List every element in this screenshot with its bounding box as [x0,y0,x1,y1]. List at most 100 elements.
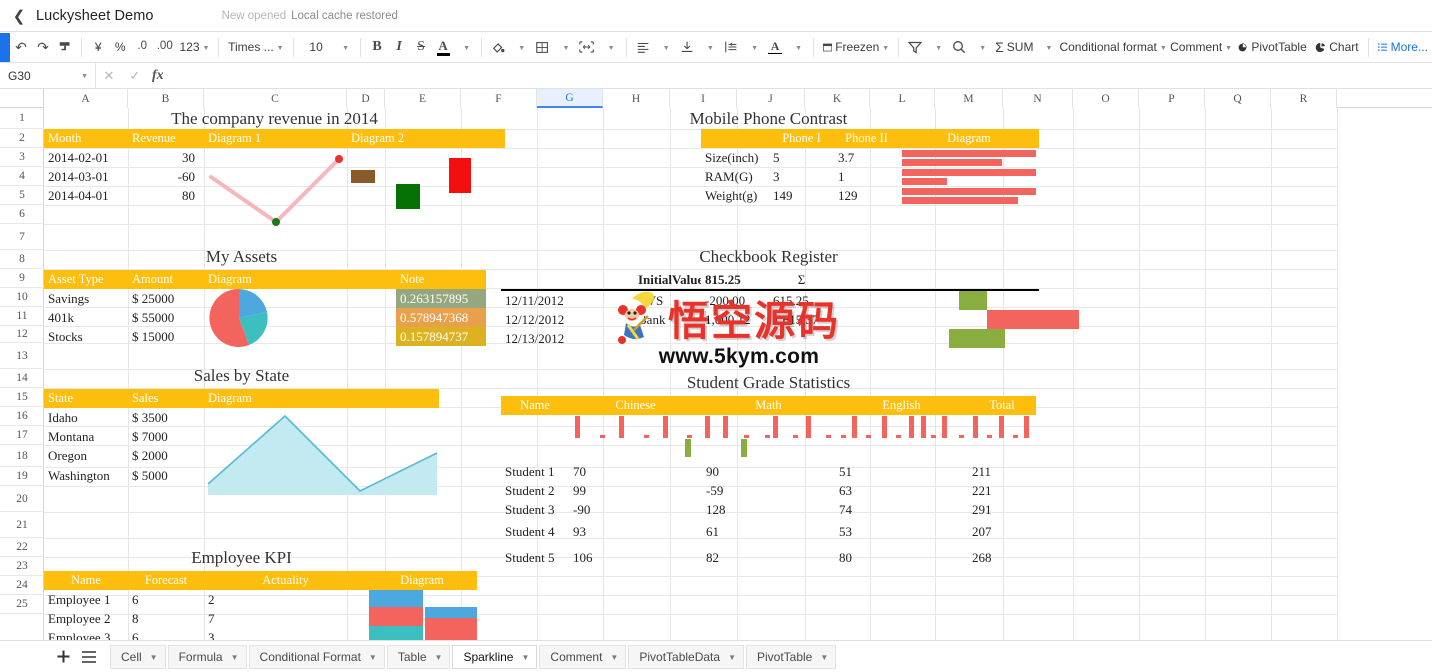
table-cell[interactable]: $ 7000 [128,427,204,446]
number-format-dropdown[interactable]: 123 ▼ [176,35,212,59]
row-header-25[interactable]: 25 [0,595,44,614]
table-cell[interactable]: 2014-03-01 [44,167,128,186]
vertical-align-button[interactable] [676,35,698,59]
font-size-caret[interactable]: ▼ [333,35,355,59]
sheet-tab-cell[interactable]: Cell ▼ [110,644,166,669]
table-cell[interactable]: Student 3 [501,500,569,519]
undo-button[interactable]: ↶ [10,35,32,59]
row-header-18[interactable]: 18 [0,445,44,467]
row-header-24[interactable]: 24 [0,576,44,595]
row-header-5[interactable]: 5 [0,186,44,205]
row-header-8[interactable]: 8 [0,250,44,269]
column-header-B[interactable]: B [128,89,204,108]
sheet-menu-button[interactable] [76,644,102,670]
table-cell[interactable]: $ 2000 [128,446,204,465]
row-header-14[interactable]: 14 [0,369,44,388]
table-cell[interactable]: 106 [569,545,702,571]
column-header-O[interactable]: O [1073,89,1139,108]
table-cell[interactable]: 2 [204,590,367,609]
table-cell[interactable]: 53 [835,519,968,545]
table-cell[interactable]: 12/13/2012 [501,329,591,348]
table-cell[interactable]: 63 [835,481,968,500]
chevron-down-icon[interactable]: ▼ [435,653,443,662]
format-painter-button[interactable] [54,35,76,59]
table-cell[interactable]: 128 [702,500,835,519]
table-cell[interactable]: 207 [968,519,1036,545]
column-header-J[interactable]: J [737,89,805,108]
table-cell[interactable]: 211 [968,462,1036,481]
horizontal-align-button[interactable] [632,35,654,59]
increase-decimal-button[interactable]: .00 [153,35,176,59]
merge-cells-caret[interactable]: ▼ [599,35,621,59]
table-cell[interactable]: 0.578947368 [396,308,486,327]
column-header-P[interactable]: P [1139,89,1205,108]
sum-button[interactable]: Σ SUM [992,35,1036,59]
chart-button[interactable]: Chart [1311,35,1363,59]
filter-button[interactable] [904,35,926,59]
chevron-down-icon[interactable]: ▼ [521,653,529,662]
table-cell[interactable]: 90 [702,462,835,481]
table-cell[interactable]: 70 [569,462,702,481]
borders-button[interactable] [531,35,553,59]
table-cell[interactable]: 7 [204,609,367,628]
merge-cells-button[interactable] [575,35,598,59]
chevron-down-icon[interactable]: ▼ [231,653,239,662]
percent-format-button[interactable]: % [109,35,131,59]
row-header-21[interactable]: 21 [0,512,44,538]
row-header-12[interactable]: 12 [0,326,44,343]
sheet-tab-pivottabledata[interactable]: PivotTableData ▼ [628,644,744,669]
checkbook-initial-label[interactable]: InitialValue [634,270,701,289]
table-cell[interactable]: -90 [569,500,702,519]
column-header-R[interactable]: R [1271,89,1337,108]
row-header-11[interactable]: 11 [0,307,44,326]
table-cell[interactable]: -59 [702,481,835,500]
row-header-10[interactable]: 10 [0,288,44,307]
table-cell[interactable]: RAM(G) [701,167,769,186]
table-cell[interactable]: 0.263157895 [396,289,486,308]
table-cell[interactable]: $ 15000 [128,327,204,346]
row-header-22[interactable]: 22 [0,538,44,557]
table-cell[interactable]: 2014-04-01 [44,186,128,205]
table-cell[interactable]: 3 [204,628,367,641]
table-cell[interactable]: Idaho [44,408,128,427]
sheet-tab-formula[interactable]: Formula ▼ [167,644,247,669]
table-cell[interactable]: 12/11/2012 [501,291,591,310]
checkbook-initial-value[interactable]: 815.25 [701,270,769,289]
table-cell[interactable]: 129 [834,186,899,205]
fill-color-button[interactable] [487,35,509,59]
table-cell[interactable]: Bank [634,310,701,329]
row-header-19[interactable]: 19 [0,467,44,486]
select-all-corner[interactable] [0,89,44,108]
table-cell[interactable]: 149 [769,186,834,205]
text-rotate-caret[interactable]: ▼ [786,35,808,59]
table-cell[interactable]: CVS [634,291,701,310]
table-cell[interactable]: 0.157894737 [396,327,486,346]
formula-input[interactable] [167,63,1432,88]
sheet-tab-comment[interactable]: Comment ▼ [539,644,627,669]
filter-caret[interactable]: ▼ [926,35,948,59]
chevron-down-icon[interactable]: ▼ [369,653,377,662]
row-header-23[interactable]: 23 [0,557,44,576]
table-cell[interactable]: 93 [569,519,702,545]
table-cell[interactable]: 82 [702,545,835,571]
table-cell[interactable]: 1,000.12 [701,310,769,329]
table-cell[interactable]: Student 1 [501,462,569,481]
table-cell[interactable]: 30 [128,148,204,167]
chevron-down-icon[interactable]: ▼ [820,653,828,662]
table-cell[interactable]: 61 [702,519,835,545]
table-cell[interactable]: 80 [128,186,204,205]
conditional-format-button[interactable]: Conditional format ▼ [1058,35,1167,59]
table-cell[interactable]: 80 [835,545,968,571]
table-cell[interactable]: Washington [44,465,128,487]
table-cell[interactable]: -60 [128,167,204,186]
row-header-6[interactable]: 6 [0,205,44,224]
table-cell[interactable]: Weight(g) [701,186,769,205]
table-cell[interactable]: Montana [44,427,128,446]
bold-button[interactable]: B [366,35,388,59]
table-cell[interactable]: Oregon [44,446,128,465]
row-header-1[interactable]: 1 [0,108,44,129]
pivot-table-button[interactable]: PivotTable [1234,35,1310,59]
column-header-L[interactable]: L [870,89,935,108]
chevron-down-icon[interactable]: ▼ [610,653,618,662]
table-cell[interactable]: 3.7 [834,148,899,167]
